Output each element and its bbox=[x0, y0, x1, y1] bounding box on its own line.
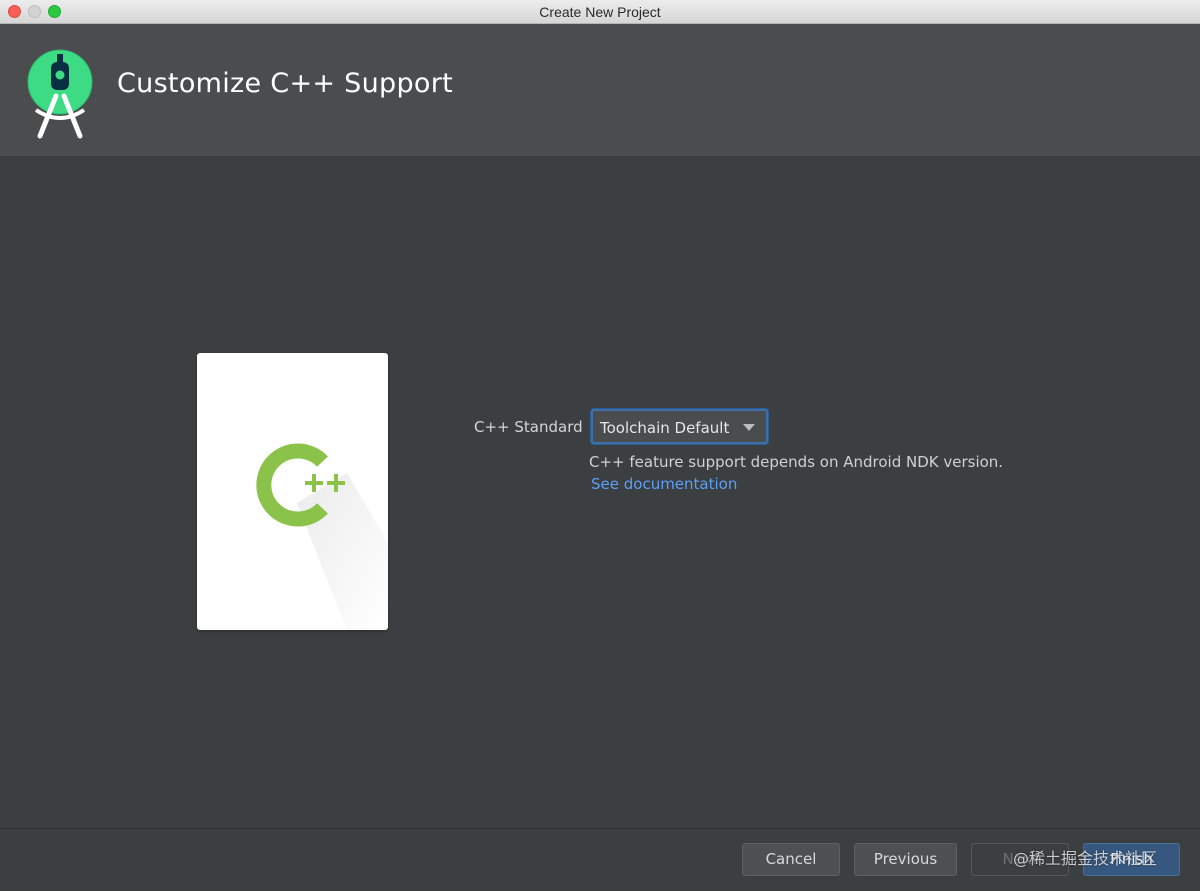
page-title: Customize C++ Support bbox=[117, 68, 454, 99]
wizard-header: Customize C++ Support bbox=[0, 24, 1200, 156]
cpp-logo-icon bbox=[256, 443, 388, 630]
close-window-button[interactable] bbox=[8, 5, 21, 18]
chevron-down-icon bbox=[743, 424, 755, 431]
cpp-standard-dropdown[interactable]: Toolchain Default bbox=[591, 409, 768, 444]
see-documentation-link[interactable]: See documentation bbox=[591, 475, 737, 493]
android-studio-logo-icon bbox=[27, 49, 93, 139]
previous-button[interactable]: Previous bbox=[854, 843, 957, 876]
minimize-window-button[interactable] bbox=[28, 5, 41, 18]
cpp-illustration-card bbox=[197, 353, 388, 630]
maximize-window-button[interactable] bbox=[48, 5, 61, 18]
window-titlebar: Create New Project bbox=[0, 0, 1200, 24]
cpp-standard-selected-value: Toolchain Default bbox=[600, 419, 730, 437]
ndk-support-hint: C++ feature support depends on Android N… bbox=[589, 453, 1004, 471]
watermark: @稀土掘金技术社区 bbox=[1013, 849, 1158, 868]
cancel-button[interactable]: Cancel bbox=[742, 843, 840, 876]
window-title: Create New Project bbox=[539, 4, 661, 20]
cpp-standard-label: C++ Standard bbox=[474, 418, 583, 436]
